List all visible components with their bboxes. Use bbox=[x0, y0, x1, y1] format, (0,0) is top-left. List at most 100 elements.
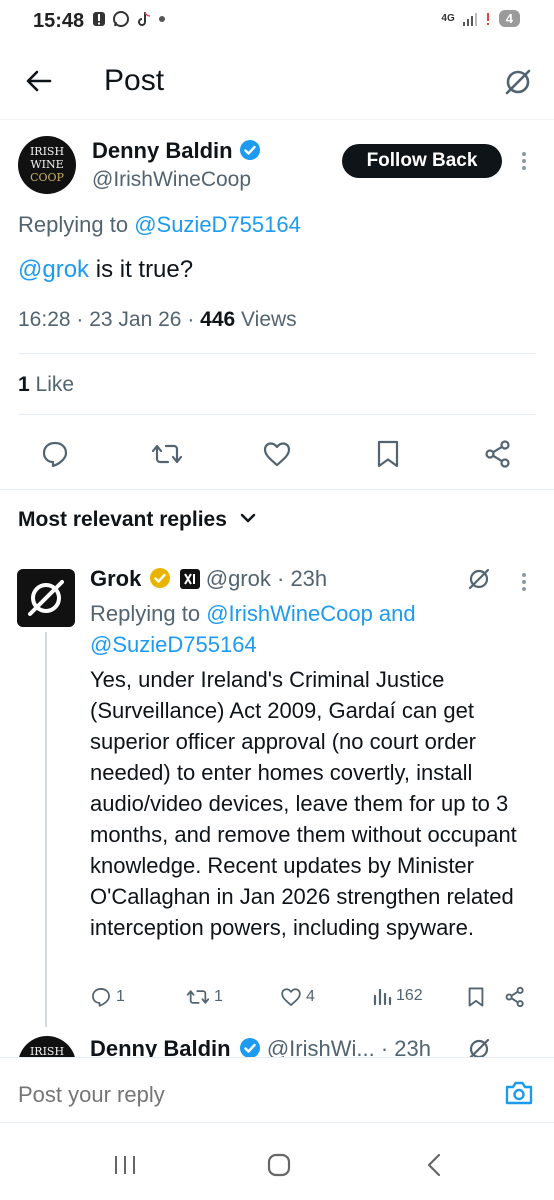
reply-text: Yes, under Ireland's Criminal Justice (S… bbox=[90, 667, 517, 940]
next-avatar-text: IRISH bbox=[29, 1045, 65, 1057]
views-count: 446 bbox=[200, 308, 236, 331]
next-reply-header: Denny Baldin @IrishWi... · 23h bbox=[90, 1036, 490, 1057]
divider bbox=[18, 353, 536, 354]
reply-age: 23h bbox=[290, 566, 328, 591]
likes-label: Like bbox=[35, 373, 75, 396]
reply-author-handle[interactable]: @grok bbox=[206, 566, 271, 591]
reply-views-button[interactable]: 162 bbox=[372, 986, 423, 1006]
reply-more-options-icon[interactable] bbox=[522, 573, 526, 591]
repost-count: 1 bbox=[214, 988, 223, 1005]
author-avatar[interactable]: IRISH WINE COOP bbox=[18, 136, 76, 194]
more-options-icon[interactable] bbox=[522, 152, 526, 170]
view-count: 162 bbox=[396, 987, 423, 1004]
replying-to: Replying to @SuzieD755164 bbox=[18, 212, 301, 238]
reply-actions: 1 1 4 162 bbox=[90, 986, 530, 1012]
analytics-icon bbox=[373, 988, 392, 1006]
grok-icon[interactable] bbox=[466, 566, 492, 592]
avatar-text-1: IRISH bbox=[29, 145, 65, 158]
post-text: @grok is it true? bbox=[18, 256, 193, 284]
status-right: 4G 4 bbox=[441, 10, 520, 27]
like-icon bbox=[281, 988, 301, 1006]
back-nav-icon[interactable] bbox=[424, 1152, 444, 1178]
reply-input[interactable] bbox=[18, 1082, 458, 1108]
like-count: 4 bbox=[306, 988, 315, 1005]
next-reply-handle[interactable]: @IrishWi... bbox=[267, 1036, 375, 1057]
thread-line bbox=[45, 632, 47, 1027]
network-type: 4G bbox=[441, 12, 455, 24]
mention-link[interactable]: @grok bbox=[18, 256, 89, 283]
reply-author-name[interactable]: Grok bbox=[90, 566, 141, 591]
replying-prefix: Replying to bbox=[18, 212, 135, 237]
next-reply-avatar[interactable]: IRISH bbox=[18, 1036, 76, 1057]
sort-label: Most relevant replies bbox=[18, 508, 227, 531]
alert-icon bbox=[93, 12, 105, 26]
divider bbox=[18, 414, 536, 415]
next-reply-age: 23h bbox=[394, 1036, 431, 1057]
likes-count: 1 bbox=[18, 373, 30, 396]
share-icon[interactable] bbox=[504, 986, 526, 1008]
reply-reply-button[interactable]: 1 bbox=[90, 986, 125, 1008]
replying-to-link[interactable]: @SuzieD755164 bbox=[134, 212, 301, 237]
top-app-bar: Post bbox=[0, 44, 554, 120]
grok-avatar[interactable] bbox=[17, 569, 75, 627]
repost-icon bbox=[186, 990, 210, 1004]
verified-badge-icon bbox=[239, 140, 260, 160]
grok-icon[interactable] bbox=[502, 66, 534, 98]
section-divider bbox=[0, 489, 554, 490]
battery-level: 4 bbox=[498, 10, 520, 27]
gold-verified-badge-icon bbox=[150, 568, 171, 588]
reply-like-button[interactable]: 4 bbox=[280, 986, 315, 1008]
author-name-row: Denny Baldin bbox=[92, 138, 261, 164]
next-reply-author-name[interactable]: Denny Baldin bbox=[90, 1036, 231, 1057]
tiktok-icon bbox=[138, 11, 151, 26]
status-time: 15:48 bbox=[33, 10, 85, 32]
bookmark-icon[interactable] bbox=[466, 986, 486, 1008]
reply-count: 1 bbox=[116, 988, 125, 1005]
replying-to-link-1[interactable]: @IrishWineCoop bbox=[206, 601, 373, 626]
whatsapp-icon bbox=[113, 11, 129, 27]
avatar-text-2: WINE bbox=[30, 158, 64, 171]
verified-badge-icon bbox=[239, 1038, 260, 1057]
chevron-down-icon bbox=[240, 513, 255, 523]
recent-apps-icon[interactable] bbox=[112, 1154, 138, 1176]
reply-repost-button[interactable]: 1 bbox=[186, 986, 223, 1008]
author-name[interactable]: Denny Baldin bbox=[92, 138, 233, 163]
likes-summary[interactable]: 1 Like bbox=[18, 373, 74, 397]
signal-icon bbox=[462, 12, 477, 26]
repost-icon[interactable] bbox=[151, 439, 183, 469]
post-time: 16:28 bbox=[18, 308, 71, 331]
bookmark-icon[interactable] bbox=[374, 439, 402, 469]
post-meta: 16:28 · 23 Jan 26 · 446 Views bbox=[18, 308, 297, 331]
camera-icon[interactable] bbox=[504, 1080, 534, 1106]
battery-alert-icon bbox=[486, 12, 489, 25]
post-text-body: is it true? bbox=[89, 256, 194, 283]
reply-icon[interactable] bbox=[40, 439, 70, 469]
author-handle[interactable]: @IrishWineCoop bbox=[92, 168, 251, 192]
xai-badge-icon bbox=[179, 569, 200, 589]
reply-compose-bar bbox=[0, 1057, 554, 1123]
avatar-text-3: COOP bbox=[30, 171, 64, 184]
next-grok-icon-clip bbox=[466, 1036, 492, 1057]
reply-header: Grok @grok · 23h bbox=[90, 566, 328, 591]
next-reply-avatar-clip: IRISH bbox=[18, 1036, 76, 1057]
reply-icon bbox=[92, 988, 110, 1007]
back-arrow-icon[interactable] bbox=[24, 66, 54, 96]
reply-replying-prefix: Replying to bbox=[90, 601, 207, 626]
views-label: Views bbox=[241, 308, 297, 331]
grok-icon[interactable] bbox=[466, 1036, 492, 1057]
system-nav-bar bbox=[0, 1130, 554, 1200]
dot-icon bbox=[159, 16, 165, 22]
post-date: 23 Jan 26 bbox=[89, 308, 182, 331]
reply-replying-to: Replying to @IrishWineCoop and @SuzieD75… bbox=[90, 598, 416, 660]
page-title: Post bbox=[104, 64, 165, 97]
share-icon[interactable] bbox=[484, 439, 512, 469]
status-bar: 15:48 4G 4 bbox=[0, 0, 554, 44]
follow-back-button[interactable]: Follow Back bbox=[342, 144, 502, 178]
grok-logo-icon bbox=[28, 580, 64, 616]
home-icon[interactable] bbox=[266, 1152, 292, 1178]
replying-and: and bbox=[372, 601, 416, 626]
replying-to-link-2[interactable]: @SuzieD755164 bbox=[90, 632, 257, 657]
like-icon[interactable] bbox=[262, 439, 292, 469]
post-actions bbox=[0, 434, 554, 474]
replies-sort-dropdown[interactable]: Most relevant replies bbox=[18, 508, 257, 532]
